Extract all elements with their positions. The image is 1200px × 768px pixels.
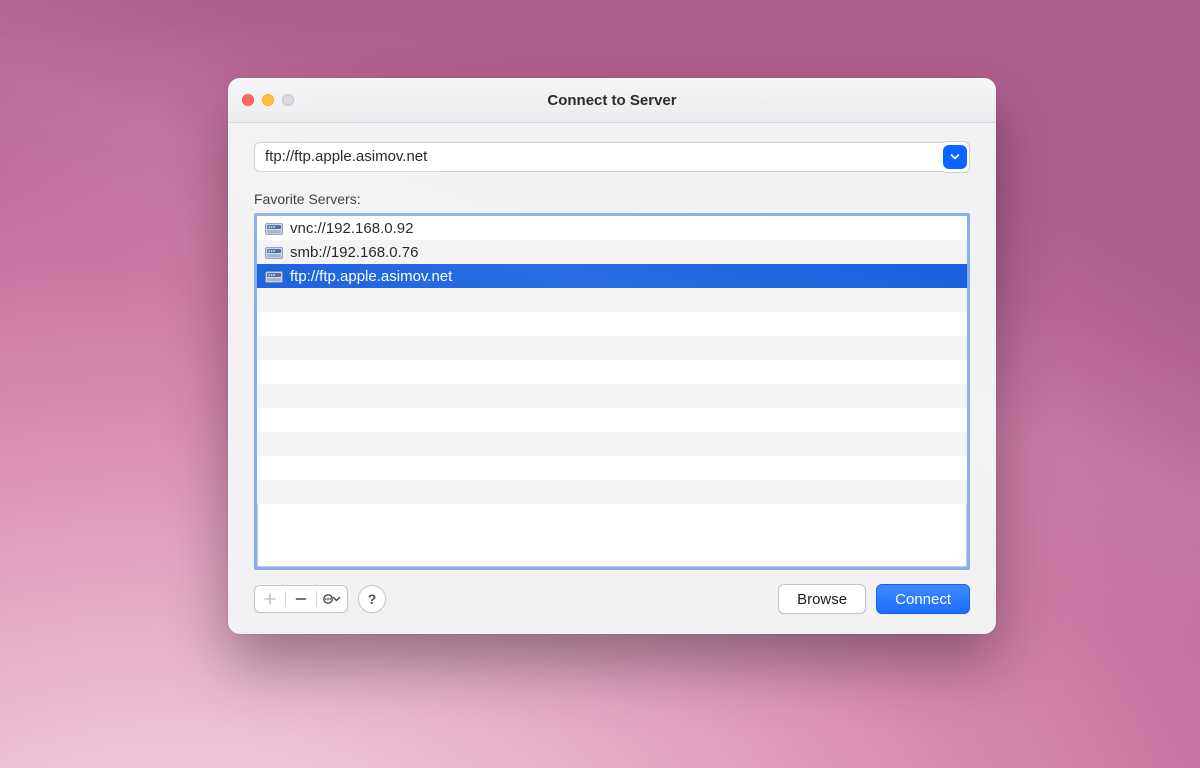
- window-title: Connect to Server: [228, 92, 996, 109]
- add-favorite-button[interactable]: [255, 586, 285, 612]
- favorite-servers-list[interactable]: vnc://192.168.0.92 smb://192.168.0.76 ft…: [254, 213, 970, 570]
- list-row-empty: [257, 288, 967, 312]
- favorite-server-row[interactable]: vnc://192.168.0.92: [257, 216, 967, 240]
- favorite-servers-label: Favorite Servers:: [254, 191, 970, 207]
- action-menu-button[interactable]: [317, 586, 347, 612]
- remove-favorite-button[interactable]: [286, 586, 316, 612]
- chevron-down-icon: [950, 152, 960, 162]
- list-row-empty: [257, 312, 967, 336]
- list-edit-segment: [254, 585, 348, 613]
- list-row-empty: [257, 480, 967, 504]
- list-row-empty: [257, 360, 967, 384]
- plus-icon: [264, 593, 276, 605]
- server-icon: [265, 245, 283, 259]
- list-row-empty: [257, 456, 967, 480]
- list-row-empty: [257, 432, 967, 456]
- server-icon: [265, 269, 283, 283]
- list-row-empty: [257, 408, 967, 432]
- server-address-input[interactable]: ftp://ftp.apple.asimov.net: [254, 142, 945, 172]
- titlebar: Connect to Server: [228, 78, 996, 123]
- footer-toolbar: ? Browse Connect: [254, 584, 970, 614]
- favorite-server-row[interactable]: smb://192.168.0.76: [257, 240, 967, 264]
- browse-button[interactable]: Browse: [778, 584, 866, 614]
- list-row-empty: [257, 384, 967, 408]
- minus-icon: [295, 593, 307, 605]
- desktop-background: Connect to Server ftp://ftp.apple.asimov…: [0, 0, 1200, 768]
- help-button[interactable]: ?: [358, 585, 386, 613]
- list-row-empty: [257, 336, 967, 360]
- window-body: ftp://ftp.apple.asimov.net Favorite Serv…: [228, 123, 996, 634]
- favorite-server-row[interactable]: ftp://ftp.apple.asimov.net: [257, 264, 967, 288]
- favorite-server-url: vnc://192.168.0.92: [290, 220, 413, 237]
- server-address-row: ftp://ftp.apple.asimov.net: [254, 141, 970, 173]
- action-menu-icon: [321, 593, 343, 605]
- favorite-server-url: ftp://ftp.apple.asimov.net: [290, 268, 452, 285]
- connect-to-server-window: Connect to Server ftp://ftp.apple.asimov…: [228, 78, 996, 634]
- address-history-wrap: [945, 141, 970, 173]
- server-icon: [265, 221, 283, 235]
- address-history-dropdown[interactable]: [944, 146, 966, 168]
- connect-button[interactable]: Connect: [876, 584, 970, 614]
- favorite-server-url: smb://192.168.0.76: [290, 244, 418, 261]
